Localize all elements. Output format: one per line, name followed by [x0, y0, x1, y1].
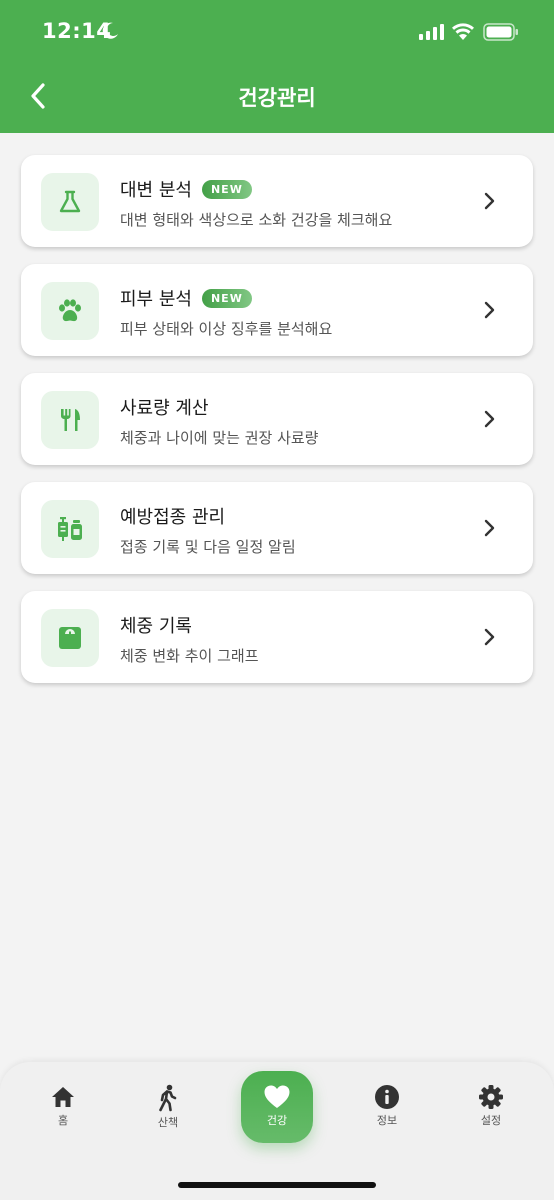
scale-icon [59, 627, 81, 649]
heart-icon [264, 1085, 290, 1108]
walk-icon [159, 1084, 177, 1112]
card-icon-box [41, 391, 99, 449]
card-title: 대변 분석 [120, 180, 192, 201]
card-icon-box [41, 500, 99, 558]
signal-icon [419, 24, 444, 40]
card-description: 체중 변화 추이 그래프 [120, 647, 259, 665]
card-description: 대변 형태와 색상으로 소화 건강을 체크해요 [120, 211, 393, 229]
menu-card-food-calculator[interactable]: 사료량 계산 체중과 나이에 맞는 권장 사료량 [21, 373, 533, 465]
page-title: 건강관리 [238, 86, 316, 110]
card-description: 피부 상태와 이상 징후를 분석해요 [120, 320, 333, 338]
card-icon-box [41, 282, 99, 340]
home-indicator [178, 1182, 376, 1188]
menu-card-vaccination[interactable]: 예방접종 관리 접종 기록 및 다음 일정 알림 [21, 482, 533, 574]
new-badge: NEW [201, 288, 252, 308]
tab-label: 건강 [266, 1114, 288, 1127]
chevron-right-icon [484, 301, 495, 319]
card-icon-box [41, 173, 99, 231]
battery-icon [483, 23, 518, 41]
moon-icon [102, 22, 118, 39]
info-icon [375, 1085, 399, 1109]
menu-card-weight-log[interactable]: 체중 기록 체중 변화 추이 그래프 [21, 591, 533, 683]
menu-card-skin-analysis[interactable]: 피부 분석 NEW 피부 상태와 이상 징후를 분석해요 [21, 264, 533, 356]
card-title: 사료량 계산 [120, 398, 209, 419]
card-title: 예방접종 관리 [120, 507, 226, 528]
tab-health[interactable]: 건강 [241, 1071, 313, 1143]
card-description: 접종 기록 및 다음 일정 알림 [120, 538, 296, 556]
card-icon-box [41, 609, 99, 667]
chevron-right-icon [484, 192, 495, 210]
tab-settings[interactable]: 설정 [456, 1084, 526, 1128]
card-description: 체중과 나이에 맞는 권장 사료량 [120, 429, 319, 447]
chevron-right-icon [484, 519, 495, 537]
card-title: 체중 기록 [120, 616, 192, 637]
wifi-icon [452, 23, 474, 40]
chevron-right-icon [484, 628, 495, 646]
chevron-right-icon [484, 410, 495, 428]
tab-label: 설정 [480, 1114, 502, 1127]
tab-label: 정보 [376, 1114, 398, 1127]
home-icon [52, 1087, 74, 1107]
flask-icon [59, 190, 81, 213]
tab-label: 홈 [57, 1114, 69, 1127]
vaccine-icon [58, 517, 82, 541]
paw-icon [59, 299, 81, 322]
gear-icon [479, 1085, 503, 1109]
tab-home[interactable]: 홈 [28, 1084, 98, 1128]
tab-info[interactable]: 정보 [352, 1084, 422, 1128]
app-header: 12:14 건강관리 [0, 0, 554, 133]
tab-label: 산책 [157, 1116, 179, 1129]
new-badge: NEW [201, 179, 252, 199]
fork-knife-icon [61, 409, 80, 431]
menu-card-stool-analysis[interactable]: 대변 분석 NEW 대변 형태와 색상으로 소화 건강을 체크해요 [21, 155, 533, 247]
card-title: 피부 분석 [120, 289, 192, 310]
tab-walk[interactable]: 산책 [133, 1084, 203, 1130]
